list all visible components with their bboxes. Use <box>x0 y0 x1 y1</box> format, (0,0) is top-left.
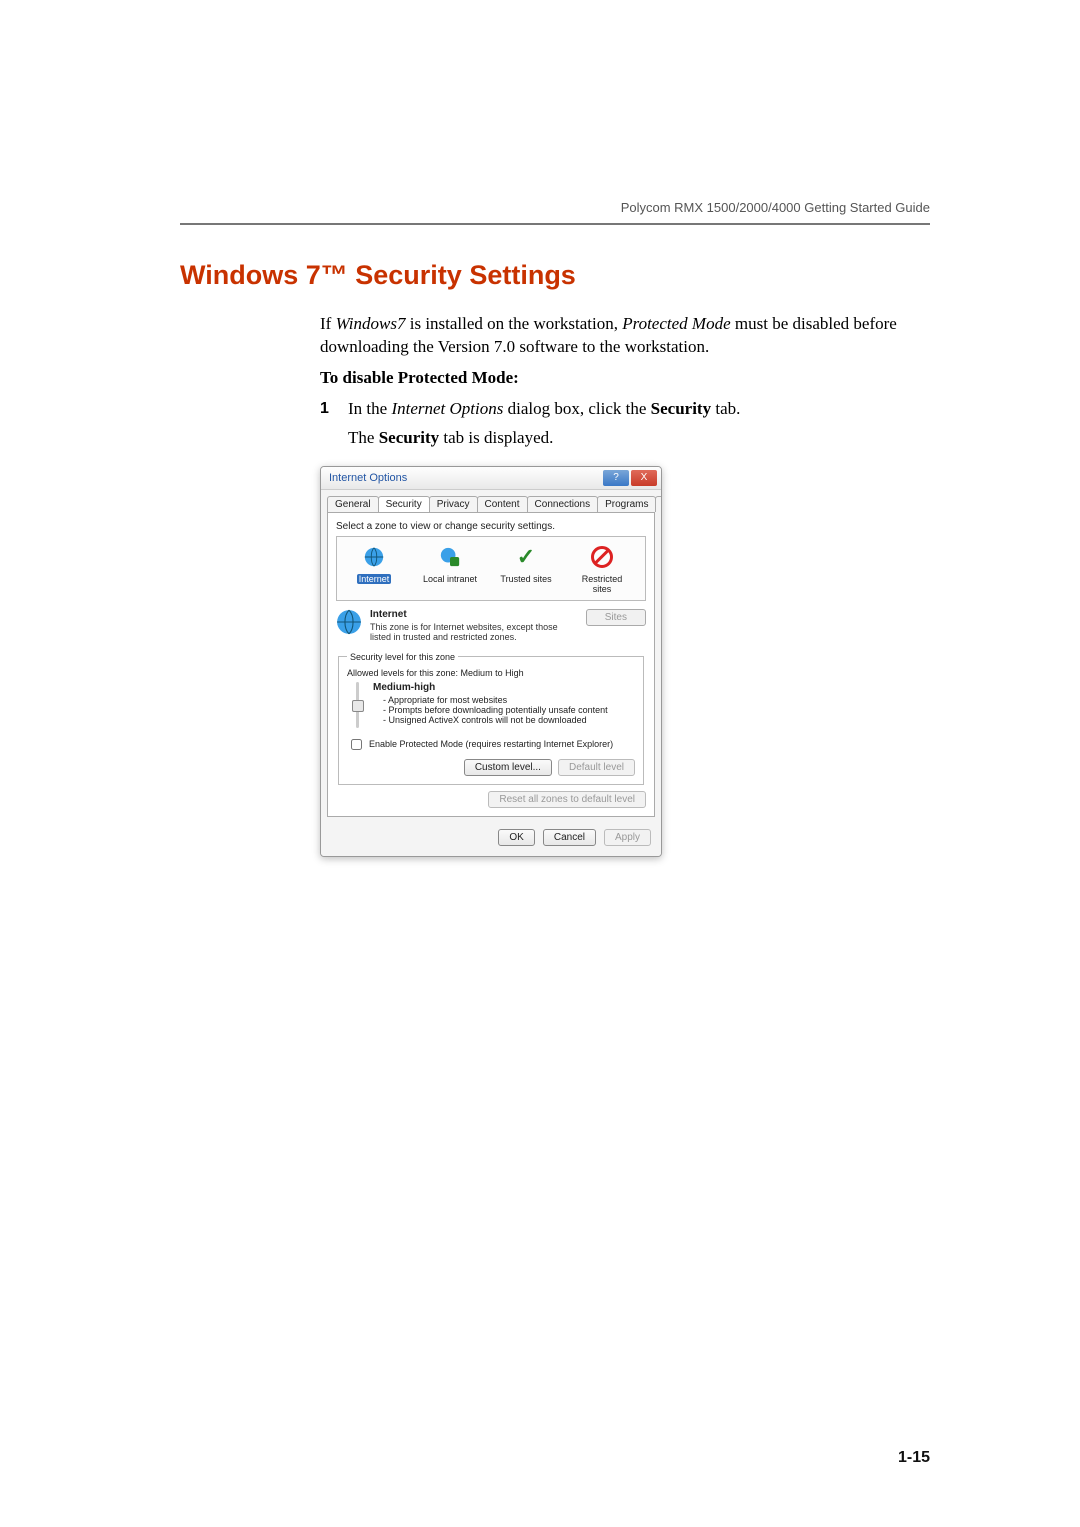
internet-options-dialog: Internet Options ? X General Security Pr… <box>320 466 662 857</box>
help-button[interactable]: ? <box>603 470 629 486</box>
sites-button[interactable]: Sites <box>586 609 646 626</box>
default-level-button[interactable]: Default level <box>558 759 635 776</box>
apply-button[interactable]: Apply <box>604 829 651 846</box>
step-text: In the Internet Options dialog box, clic… <box>348 398 930 421</box>
tab-privacy[interactable]: Privacy <box>429 496 478 512</box>
step-subtext: The Security tab is displayed. <box>348 427 930 450</box>
section-title: Windows 7™ Security Settings <box>180 260 930 291</box>
globe-icon <box>360 543 388 571</box>
header-text: Polycom RMX 1500/2000/4000 Getting Start… <box>180 200 930 215</box>
tab-programs[interactable]: Programs <box>597 496 656 512</box>
level-name: Medium-high <box>373 682 435 693</box>
list-item: Unsigned ActiveX controls will not be do… <box>383 715 608 725</box>
cancel-button[interactable]: Cancel <box>543 829 596 846</box>
zone-internet[interactable]: Internet <box>345 543 403 594</box>
tab-security[interactable]: Security <box>378 496 430 512</box>
close-icon: X <box>641 472 648 483</box>
tab-advanced[interactable]: Advanced <box>655 496 662 512</box>
tab-connections[interactable]: Connections <box>527 496 599 512</box>
security-level-slider[interactable] <box>351 682 363 728</box>
security-level-legend: Security level for this zone <box>347 652 458 662</box>
step-number: 1 <box>320 398 348 421</box>
globe-shield-icon <box>436 543 464 571</box>
zone-info-title: Internet <box>370 609 407 620</box>
list-item: Prompts before downloading potentially u… <box>383 705 608 715</box>
select-zone-label: Select a zone to view or change security… <box>336 521 646 532</box>
intro-paragraph: If Windows7 is installed on the workstat… <box>320 313 930 359</box>
os-name: Windows7 <box>336 314 406 333</box>
ok-button[interactable]: OK <box>498 829 534 846</box>
tab-strip: General Security Privacy Content Connect… <box>321 490 661 512</box>
disable-heading: To disable Protected Mode: <box>320 367 930 390</box>
zone-selector: Internet Local intranet ✓ Trusted sites <box>336 536 646 601</box>
globe-icon <box>336 609 362 635</box>
zone-trusted-sites[interactable]: ✓ Trusted sites <box>497 543 555 594</box>
custom-level-button[interactable]: Custom level... <box>464 759 552 776</box>
tab-general[interactable]: General <box>327 496 379 512</box>
zone-restricted-sites[interactable]: Restricted sites <box>573 543 631 594</box>
page-number: 1-15 <box>898 1449 930 1467</box>
reset-zones-button[interactable]: Reset all zones to default level <box>488 791 646 808</box>
tab-content[interactable]: Content <box>477 496 528 512</box>
security-tab-panel: Select a zone to view or change security… <box>327 512 655 817</box>
allowed-levels-text: Allowed levels for this zone: Medium to … <box>347 668 635 678</box>
close-button[interactable]: X <box>631 470 657 486</box>
zone-local-intranet[interactable]: Local intranet <box>421 543 479 594</box>
zone-info-desc: This zone is for Internet websites, exce… <box>370 622 578 642</box>
check-icon: ✓ <box>512 543 540 571</box>
step-1: 1 In the Internet Options dialog box, cl… <box>320 398 930 421</box>
protected-mode-label: Enable Protected Mode (requires restarti… <box>369 739 613 749</box>
level-desc-list: Appropriate for most websites Prompts be… <box>373 695 608 725</box>
zone-internet-label: Internet <box>357 574 392 584</box>
help-icon: ? <box>613 472 619 483</box>
zone-local-label: Local intranet <box>423 574 477 584</box>
zone-restricted-label: Restricted sites <box>582 574 623 594</box>
list-item: Appropriate for most websites <box>383 695 608 705</box>
protected-mode-checkbox[interactable] <box>351 739 362 750</box>
prohibited-icon <box>588 543 616 571</box>
zone-trusted-label: Trusted sites <box>500 574 551 584</box>
dialog-title: Internet Options <box>329 472 407 484</box>
security-level-group: Security level for this zone Allowed lev… <box>338 652 644 785</box>
header-rule <box>180 223 930 225</box>
protected-mode-term: Protected Mode <box>622 314 730 333</box>
